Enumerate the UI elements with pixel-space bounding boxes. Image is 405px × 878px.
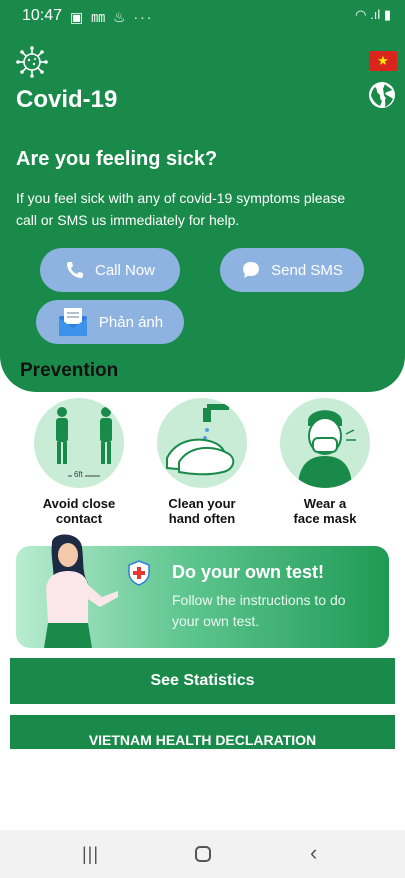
feedback-label: Phản ánh (98, 313, 164, 331)
phone-icon (66, 262, 83, 278)
prevention-item-distance[interactable]: 6ft Avoid close contact (20, 398, 138, 526)
back-icon[interactable]: ‹ (310, 840, 317, 866)
feedback-button[interactable]: Phản ánh (36, 300, 184, 344)
prevention-circle: 6ft (34, 398, 124, 488)
prevention-circle (280, 398, 370, 488)
distance-tag: 6ft (72, 470, 85, 479)
self-test-description: Follow the instructions to do your own t… (172, 592, 346, 629)
health-declaration-button[interactable]: VIETNAM HEALTH DECLARATION (10, 715, 395, 749)
globe-icon[interactable] (367, 80, 397, 110)
prevention-heading: Prevention (20, 360, 119, 381)
prevention-item-mask[interactable]: Wear a face mask (266, 398, 384, 526)
flag-star: ★ (377, 53, 389, 68)
home-icon[interactable] (195, 846, 211, 862)
sick-heading: Are you feeling sick? (16, 148, 218, 170)
recent-apps-icon[interactable]: ||| (82, 844, 99, 865)
sick-description: If you feel sick with any of covid-19 sy… (16, 190, 346, 228)
status-time: 10:47 (22, 7, 63, 24)
vietnam-flag-icon[interactable]: ★ (369, 51, 397, 71)
call-now-label: Call Now (94, 261, 155, 279)
prevention-label: Wear a face mask (293, 496, 357, 526)
signal-battery-icons: ◠ .ıl ▮ (355, 7, 391, 22)
prevention-circle (157, 398, 247, 488)
send-sms-label: Send SMS (271, 261, 343, 279)
status-bar: 10:47 ▣ ㎜ ♨ ··· ◠ .ıl ▮ (0, 0, 405, 32)
see-statistics-button[interactable]: See Statistics (10, 658, 395, 704)
chat-bubble-icon (243, 262, 260, 278)
prevention-label: Avoid close contact (42, 496, 116, 526)
self-test-title: Do your own test! (172, 562, 324, 582)
system-nav-bar: ||| ‹ (0, 830, 405, 878)
prevention-item-handwash[interactable]: Clean your hand often (143, 398, 261, 526)
app-title: Covid-19 (16, 86, 118, 113)
doctor-woman-icon (44, 534, 118, 648)
call-now-button[interactable]: Call Now (40, 248, 180, 292)
prevention-label: Clean your hand often (168, 496, 236, 526)
medical-shield-icon (128, 560, 150, 586)
envelope-icon (58, 308, 87, 336)
face-mask-icon (298, 410, 356, 488)
hand-wash-icon (166, 404, 235, 476)
send-sms-button[interactable]: Send SMS (220, 248, 364, 292)
virus-icon (16, 46, 48, 78)
notification-icons: ▣ ㎜ ♨ ··· (70, 9, 154, 25)
